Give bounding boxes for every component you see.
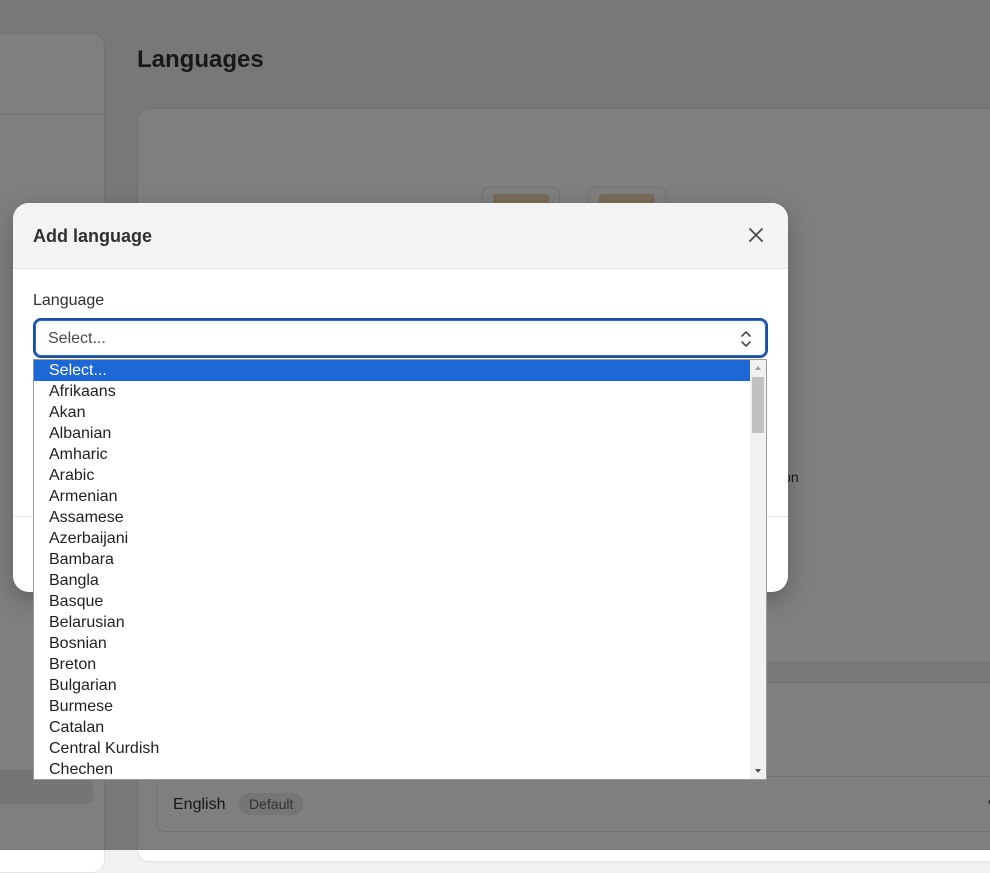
language-option[interactable]: Basque (34, 591, 750, 612)
language-option[interactable]: Afrikaans (34, 381, 750, 402)
language-options-list[interactable]: Select... Afrikaans Akan Albanian Amharic Ara… (33, 359, 767, 780)
language-option[interactable]: Catalan (34, 717, 750, 738)
language-option[interactable]: Arabic (34, 465, 750, 486)
language-option[interactable]: Assamese (34, 507, 750, 528)
language-option[interactable]: Bambara (34, 549, 750, 570)
options-container: Select... Afrikaans Akan Albanian Amharic Ara… (34, 360, 750, 779)
scrollbar[interactable] (750, 360, 766, 779)
scrollbar-thumb[interactable] (752, 377, 764, 433)
language-option[interactable]: Burmese (34, 696, 750, 717)
language-option[interactable]: Armenian (34, 486, 750, 507)
scroll-up-arrow-icon[interactable] (750, 360, 766, 376)
language-option[interactable]: Bulgarian (34, 675, 750, 696)
language-select[interactable]: Select... (33, 318, 768, 358)
chevron-up-down-icon (740, 329, 752, 349)
language-option[interactable]: Albanian (34, 423, 750, 444)
close-icon[interactable] (746, 225, 766, 245)
language-option[interactable]: Amharic (34, 444, 750, 465)
language-option[interactable]: Breton (34, 654, 750, 675)
language-option[interactable]: Bangla (34, 570, 750, 591)
language-option[interactable]: Bosnian (34, 633, 750, 654)
scroll-down-arrow-icon[interactable] (750, 763, 766, 779)
language-select-value: Select... (48, 330, 106, 347)
language-option[interactable]: Belarusian (34, 612, 750, 633)
modal-header: Add language (13, 203, 788, 269)
language-option[interactable]: Select... (34, 360, 750, 381)
language-option[interactable]: Azerbaijani (34, 528, 750, 549)
modal-title: Add language (33, 226, 153, 246)
language-option[interactable]: Central Kurdish (34, 738, 750, 759)
language-option[interactable]: Chechen (34, 759, 750, 779)
language-field-label: Language (33, 292, 105, 309)
language-option[interactable]: Akan (34, 402, 750, 423)
